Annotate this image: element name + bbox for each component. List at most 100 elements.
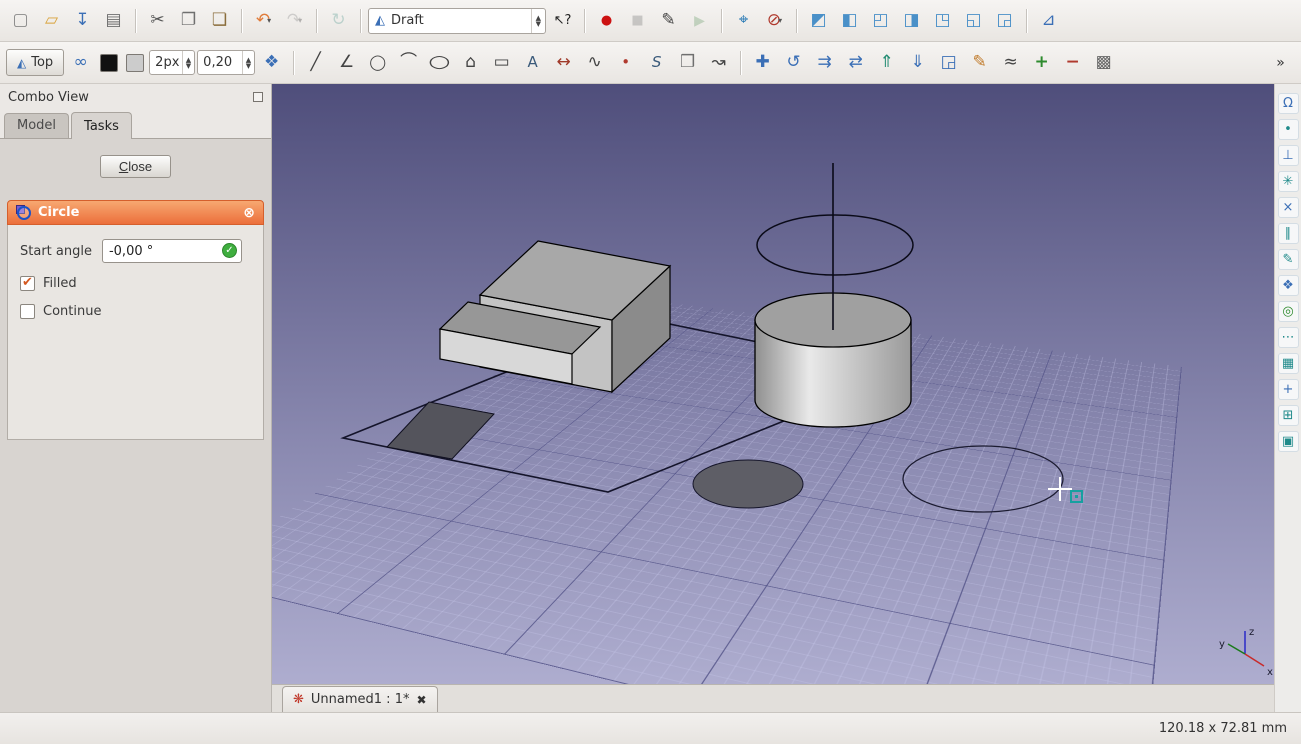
face-color-swatch[interactable]	[126, 54, 144, 72]
draft-ellipse-button[interactable]: ○	[425, 48, 454, 77]
draw-style-button[interactable]: ⊘▾	[760, 6, 789, 35]
macro-play-button[interactable]: ▶	[685, 6, 714, 35]
cut-button[interactable]: ✂	[143, 6, 172, 35]
snap-dimensions-button[interactable]: ⋯	[1278, 327, 1299, 348]
draft-upgrade-button[interactable]: ⇑	[872, 48, 901, 77]
snap-parallel-button[interactable]: ∥	[1278, 223, 1299, 244]
draft-wire-button[interactable]: ∠	[332, 48, 361, 77]
copy-button[interactable]: ❐	[174, 6, 203, 35]
tab-model[interactable]: Model	[4, 113, 69, 138]
draft-shapestring-button[interactable]: S	[642, 48, 671, 77]
view-right-button[interactable]: ◨	[897, 6, 926, 35]
draft-arc-button[interactable]: ⌒	[394, 48, 423, 77]
start-angle-input[interactable]	[102, 239, 242, 263]
3d-viewport[interactable]: z y x	[272, 84, 1274, 684]
new-file-button[interactable]: ▢	[6, 6, 35, 35]
filled-rectangle[interactable]	[387, 402, 494, 459]
draft-rotate-button[interactable]: ↺	[779, 48, 808, 77]
draft-circle-button[interactable]: ◯	[363, 48, 392, 77]
print-button[interactable]: ▤	[99, 6, 128, 35]
macro-edit-button[interactable]: ✎	[654, 6, 683, 35]
undo-caret-icon[interactable]: ▾	[267, 16, 271, 25]
measure-distance-button[interactable]: ⊿	[1034, 6, 1063, 35]
draft-shape-2d-view-button[interactable]: ▩	[1089, 48, 1118, 77]
snap-ortho-button[interactable]: ▣	[1278, 431, 1299, 452]
snap-lock-button[interactable]: Ω	[1278, 93, 1299, 114]
document-tab-bar: ❋ Unnamed1 : 1* ✖	[272, 684, 1274, 712]
snap-toolbar: Ω • ⊥ ✳ × ∥ ✎ ❖ ◎ ⋯ ▦ + ⊞ ▣	[1274, 84, 1301, 712]
draft-delete-point-button[interactable]: −	[1058, 48, 1087, 77]
wire-circle-right[interactable]	[903, 446, 1063, 512]
filled-checkbox[interactable]	[20, 276, 35, 291]
text-size-arrows[interactable]: ▲▼	[242, 51, 254, 74]
circle-task-header[interactable]: Circle ⊗	[7, 200, 264, 225]
snap-endpoint-button[interactable]: •	[1278, 119, 1299, 140]
wire-circle-top[interactable]	[757, 215, 913, 275]
filled-circle[interactable]	[693, 460, 803, 508]
paste-button[interactable]: ❏	[205, 6, 234, 35]
line-width-arrows[interactable]: ▲▼	[182, 51, 194, 74]
open-file-button[interactable]: ▱	[37, 6, 66, 35]
draft-facebinder-button[interactable]: ❒	[673, 48, 702, 77]
draft-bspline-button[interactable]: ∿	[580, 48, 609, 77]
draft-trimex-button[interactable]: ⇄	[841, 48, 870, 77]
close-task-button[interactable]: Close	[100, 155, 171, 178]
draft-downgrade-button[interactable]: ⇓	[903, 48, 932, 77]
box-object[interactable]	[440, 241, 670, 392]
view-left-button[interactable]: ◲	[990, 6, 1019, 35]
undo-button[interactable]: ↶▾	[249, 6, 278, 35]
view-front-button[interactable]: ◧	[835, 6, 864, 35]
tab-tasks[interactable]: Tasks	[71, 112, 132, 139]
redo-caret-icon[interactable]: ▾	[298, 16, 302, 25]
draft-point-button[interactable]: •	[611, 48, 640, 77]
draft-rectangle-button[interactable]: ▭	[487, 48, 516, 77]
construction-mode-button[interactable]: ∞	[66, 48, 95, 77]
draft-offset-button[interactable]: ⇉	[810, 48, 839, 77]
close-document-icon[interactable]: ✖	[416, 693, 426, 707]
view-rear-icon: ◳	[934, 12, 950, 29]
workbench-selector[interactable]: ◭Draft▲▼	[368, 8, 546, 34]
snap-extension-button[interactable]: ⊞	[1278, 405, 1299, 426]
workbench-selector-arrows[interactable]: ▲▼	[531, 9, 545, 33]
redo-button[interactable]: ↷▾	[280, 6, 309, 35]
macro-record-button[interactable]: ●	[592, 6, 621, 35]
refresh-button[interactable]: ↻	[324, 6, 353, 35]
working-plane-button[interactable]: ◭Top	[6, 49, 64, 76]
draft-line-button[interactable]: ╱	[301, 48, 330, 77]
toolbar-overflow-button[interactable]: »	[1266, 48, 1295, 77]
macro-stop-button[interactable]: ■	[623, 6, 652, 35]
draft-add-point-button[interactable]: +	[1027, 48, 1056, 77]
view-isometric-button[interactable]: ◩	[804, 6, 833, 35]
float-panel-button[interactable]	[253, 92, 263, 102]
document-tab[interactable]: ❋ Unnamed1 : 1* ✖	[282, 686, 438, 712]
snap-near-button[interactable]: ✎	[1278, 249, 1299, 270]
zoom-box-button[interactable]: ⌖	[729, 6, 758, 35]
save-file-button[interactable]: ↧	[68, 6, 97, 35]
draft-polygon-button[interactable]: ⌂	[456, 48, 485, 77]
draft-scale-button[interactable]: ◲	[934, 48, 963, 77]
draft-move-button[interactable]: ✚	[748, 48, 777, 77]
snap-angle-button[interactable]: ✳	[1278, 171, 1299, 192]
snap-intersection-button[interactable]: ×	[1278, 197, 1299, 218]
draft-bezier-button[interactable]: ↝	[704, 48, 733, 77]
draft-dimension-button[interactable]: ↔	[549, 48, 578, 77]
apply-style-button[interactable]: ❖	[257, 48, 286, 77]
whats-this-button[interactable]: ↖?	[548, 6, 577, 35]
line-color-swatch[interactable]	[100, 54, 118, 72]
snap-center-button[interactable]: ◎	[1278, 301, 1299, 322]
continue-checkbox[interactable]	[20, 304, 35, 319]
view-rear-button[interactable]: ◳	[928, 6, 957, 35]
snap-working-plane-button[interactable]: ▦	[1278, 353, 1299, 374]
view-top-button[interactable]: ◰	[866, 6, 895, 35]
collapse-section-icon[interactable]: ⊗	[243, 206, 255, 220]
snap-grid-button[interactable]: +	[1278, 379, 1299, 400]
draw-style-caret-icon[interactable]: ▾	[778, 16, 782, 25]
snap-midpoint-button[interactable]: ⊥	[1278, 145, 1299, 166]
view-bottom-button[interactable]: ◱	[959, 6, 988, 35]
text-size-spinbox[interactable]: 0,20▲▼	[197, 50, 255, 75]
snap-special-button[interactable]: ❖	[1278, 275, 1299, 296]
draft-wire-to-bspline-button[interactable]: ≈	[996, 48, 1025, 77]
line-width-spinbox[interactable]: 2px▲▼	[149, 50, 195, 75]
draft-edit-button[interactable]: ✎	[965, 48, 994, 77]
draft-text-button[interactable]: A	[518, 48, 547, 77]
